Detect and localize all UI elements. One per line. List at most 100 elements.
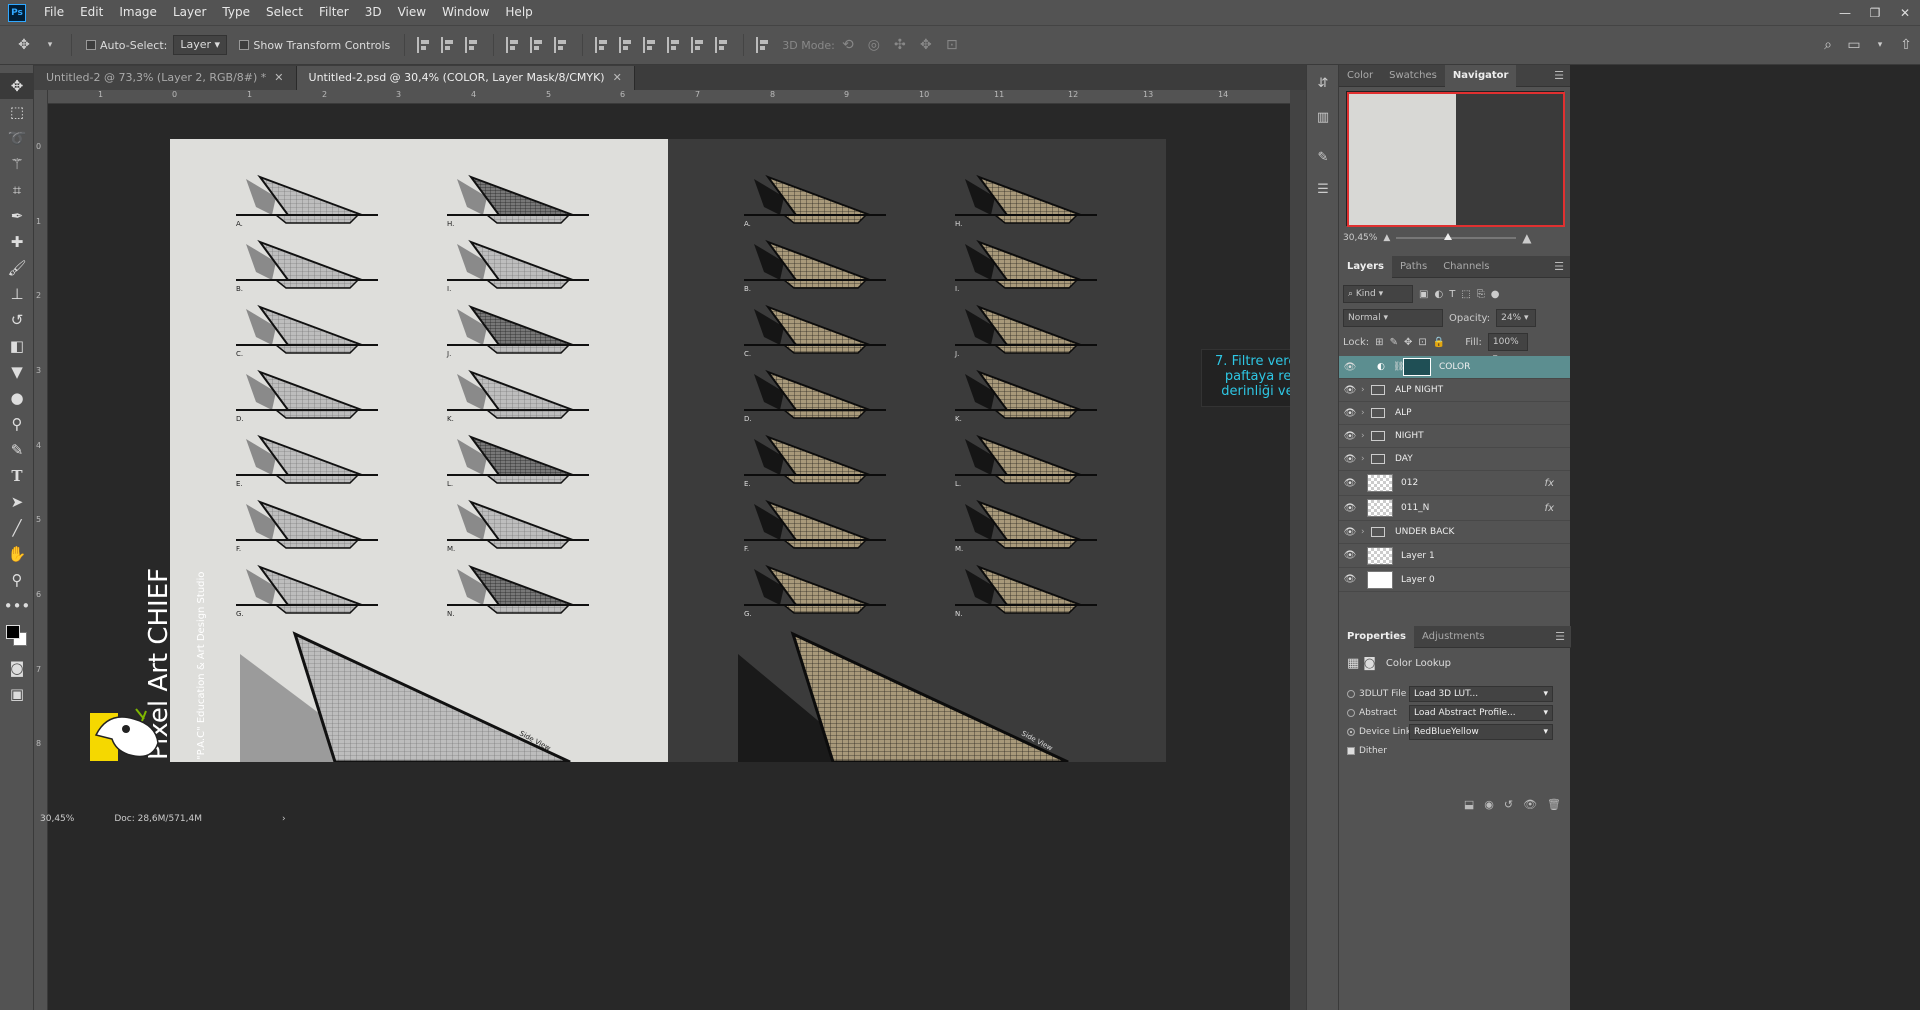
view-previous-icon[interactable]: ◉ bbox=[1484, 798, 1494, 811]
layer-row-night[interactable]: 👁 › NIGHT bbox=[1339, 425, 1570, 448]
pen-tool-icon[interactable]: ✎ bbox=[0, 437, 34, 463]
distribute-hcenter-icon[interactable] bbox=[691, 37, 707, 53]
blur-tool-icon[interactable]: ● bbox=[0, 385, 34, 411]
vertical-ruler[interactable]: 0 1 2 3 4 5 6 7 8 bbox=[34, 90, 48, 1010]
link-chain-icon[interactable]: ⛓ bbox=[1393, 362, 1404, 372]
panel-menu-icon[interactable]: ☰ bbox=[1555, 630, 1565, 643]
horizontal-ruler[interactable]: 1 0 1 2 3 4 5 6 7 8 9 10 11 12 13 14 bbox=[48, 90, 1306, 104]
distribute-vcenter-icon[interactable] bbox=[619, 37, 635, 53]
layer-row-day[interactable]: 👁 › DAY bbox=[1339, 448, 1570, 471]
auto-select-checkbox[interactable]: Auto-Select: bbox=[86, 39, 167, 52]
visibility-eye-icon[interactable]: 👁 bbox=[1339, 431, 1361, 442]
align-bottom-icon[interactable] bbox=[465, 37, 481, 53]
document-canvas-night[interactable]: A. B. C. D. E. F. G. H. I. J. K. L. M. N… bbox=[668, 139, 1166, 762]
hand-tool-icon[interactable]: ✋ bbox=[0, 541, 34, 567]
fx-icon[interactable]: fx bbox=[1545, 503, 1554, 514]
quick-mask-icon[interactable]: ◙ bbox=[0, 655, 34, 681]
lut-dropdown[interactable]: Load 3D LUT... ▾ bbox=[1409, 685, 1553, 702]
workspace-icon[interactable]: ▭ bbox=[1844, 35, 1864, 55]
lut-radio[interactable] bbox=[1347, 689, 1355, 698]
search-icon[interactable]: ⌕ bbox=[1818, 35, 1838, 55]
panel-menu-icon[interactable]: ☰ bbox=[1554, 260, 1564, 273]
dither-checkbox[interactable] bbox=[1347, 746, 1355, 755]
menu-help[interactable]: Help bbox=[497, 0, 540, 25]
filter-pixel-icon[interactable]: ▣ bbox=[1419, 289, 1428, 300]
more-tools-icon[interactable]: ••• bbox=[0, 593, 34, 619]
visibility-eye-icon[interactable]: 👁 bbox=[1339, 362, 1361, 373]
adjustment-grid-icon[interactable]: ▦ bbox=[1347, 656, 1359, 671]
mask-icon[interactable]: ◙ bbox=[1363, 656, 1376, 671]
document-tab-active[interactable]: Untitled-2.psd @ 30,4% (COLOR, Layer Mas… bbox=[296, 66, 635, 90]
magic-wand-tool-icon[interactable]: ⚚ bbox=[0, 151, 34, 177]
expand-arrow-icon[interactable]: › bbox=[1361, 454, 1371, 464]
paint-bucket-tool-icon[interactable]: ▼ bbox=[0, 359, 34, 385]
distribute-bottom-icon[interactable] bbox=[643, 37, 659, 53]
filter-smart-icon[interactable]: ⎘ bbox=[1477, 289, 1485, 300]
foreground-color-swatch[interactable] bbox=[6, 625, 20, 639]
filter-type-icon[interactable]: T bbox=[1449, 289, 1455, 300]
clone-stamp-tool-icon[interactable]: ⊥ bbox=[0, 281, 34, 307]
distribute-top-icon[interactable] bbox=[595, 37, 611, 53]
visibility-eye-icon[interactable]: 👁 bbox=[1339, 527, 1361, 538]
close-tab-icon[interactable]: ✕ bbox=[613, 71, 622, 84]
layer-thumbnail[interactable] bbox=[1367, 570, 1393, 589]
3d-scale-icon[interactable]: ⊡ bbox=[942, 35, 962, 55]
visibility-eye-icon[interactable]: 👁 bbox=[1339, 550, 1361, 561]
menu-3d[interactable]: 3D bbox=[357, 0, 390, 25]
blend-mode-dropdown[interactable]: Normal ▾ bbox=[1343, 309, 1443, 327]
layer-row-color[interactable]: 👁 ◐ ⛓ COLOR bbox=[1339, 356, 1570, 379]
zoom-tool-icon[interactable]: ⚲ bbox=[0, 567, 34, 593]
abstract-dropdown[interactable]: Load Abstract Profile... ▾ bbox=[1409, 704, 1553, 721]
lock-all-icon[interactable]: 🔒 bbox=[1433, 337, 1445, 348]
tab-layers[interactable]: Layers bbox=[1339, 255, 1392, 278]
type-tool-icon[interactable]: T bbox=[0, 463, 34, 489]
chevron-down-icon[interactable]: ▾ bbox=[40, 35, 60, 55]
tab-swatches[interactable]: Swatches bbox=[1381, 65, 1445, 87]
distribute-right-icon[interactable] bbox=[715, 37, 731, 53]
tab-paths[interactable]: Paths bbox=[1392, 256, 1435, 278]
marquee-tool-icon[interactable]: ⬚ bbox=[0, 99, 34, 125]
move-tool-icon[interactable]: ✥ bbox=[0, 73, 34, 99]
panel-menu-icon[interactable]: ☰ bbox=[1554, 69, 1564, 82]
status-arrow-icon[interactable]: › bbox=[282, 814, 286, 824]
restore-icon[interactable]: ❐ bbox=[1860, 0, 1890, 25]
brush-tool-icon[interactable]: 🖌 bbox=[0, 255, 34, 281]
layer-row-alp-night[interactable]: 👁 › ALP NIGHT bbox=[1339, 379, 1570, 402]
3d-pan-icon[interactable]: ✣ bbox=[890, 35, 910, 55]
line-tool-icon[interactable]: ╱ bbox=[0, 515, 34, 541]
kind-filter-dropdown[interactable]: ⌕ Kind ▾ bbox=[1343, 285, 1413, 303]
menu-type[interactable]: Type bbox=[214, 0, 258, 25]
zoom-in-icon[interactable]: ▲ bbox=[1522, 231, 1531, 245]
visibility-eye-icon[interactable]: 👁 bbox=[1339, 385, 1361, 396]
align-right-icon[interactable] bbox=[554, 37, 570, 53]
layer-row-alp[interactable]: 👁 › ALP bbox=[1339, 402, 1570, 425]
device-link-radio[interactable] bbox=[1347, 727, 1355, 736]
reset-icon[interactable]: ↺ bbox=[1504, 798, 1513, 811]
history-icon[interactable]: ⇵ bbox=[1307, 67, 1339, 99]
menu-window[interactable]: Window bbox=[434, 0, 497, 25]
fill-field[interactable]: 100% ▾ bbox=[1487, 333, 1528, 363]
expand-arrow-icon[interactable]: › bbox=[1361, 431, 1371, 441]
nav-zoom-value[interactable]: 30,45% bbox=[1343, 233, 1377, 243]
show-transform-checkbox[interactable]: Show Transform Controls bbox=[239, 39, 390, 52]
menu-filter[interactable]: Filter bbox=[311, 0, 357, 25]
tab-adjustments[interactable]: Adjustments bbox=[1414, 626, 1493, 648]
close-icon[interactable]: ✕ bbox=[1890, 0, 1920, 25]
lock-transparent-icon[interactable]: ⊞ bbox=[1375, 337, 1383, 348]
lock-paint-icon[interactable]: ✎ bbox=[1390, 337, 1398, 348]
lasso-tool-icon[interactable]: ➰ bbox=[0, 125, 34, 151]
document-tab[interactable]: Untitled-2 @ 73,3% (Layer 2, RGB/8#) * ✕ bbox=[34, 66, 297, 90]
expand-arrow-icon[interactable]: › bbox=[1361, 385, 1371, 395]
histogram-icon[interactable]: ▥ bbox=[1307, 101, 1339, 133]
lock-artboard-icon[interactable]: ⊡ bbox=[1418, 337, 1426, 348]
zoom-slider[interactable] bbox=[1396, 233, 1517, 240]
align-top-icon[interactable] bbox=[417, 37, 433, 53]
filter-shape-icon[interactable]: ⬚ bbox=[1461, 289, 1470, 300]
align-vcenter-icon[interactable] bbox=[441, 37, 457, 53]
align-hcenter-icon[interactable] bbox=[530, 37, 546, 53]
crop-tool-icon[interactable]: ⌗ bbox=[0, 177, 34, 203]
dodge-tool-icon[interactable]: ⚲ bbox=[0, 411, 34, 437]
layer-row-011-n[interactable]: 👁 011_N fx bbox=[1339, 496, 1570, 521]
close-tab-icon[interactable]: ✕ bbox=[274, 71, 283, 84]
device-link-dropdown[interactable]: RedBlueYellow ▾ bbox=[1409, 723, 1553, 740]
